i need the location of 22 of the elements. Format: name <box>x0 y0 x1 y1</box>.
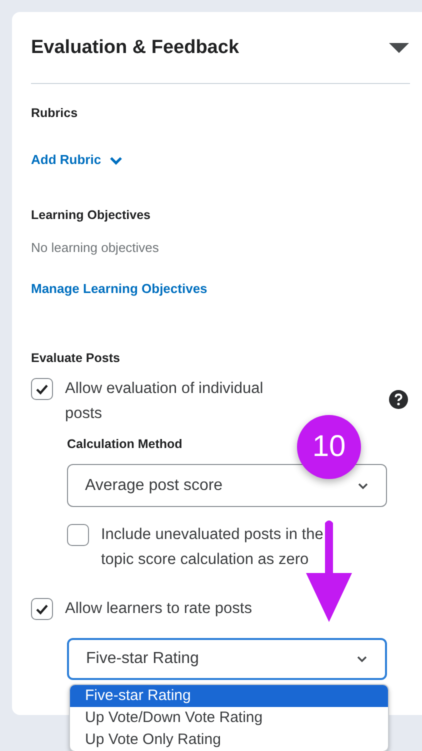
dropdown-option[interactable]: Up Vote Only Rating <box>70 729 388 751</box>
chevron-down-icon <box>109 156 124 164</box>
checkbox[interactable] <box>67 524 89 546</box>
add-rubric-link[interactable]: Add Rubric <box>31 152 124 168</box>
chevron-down-icon <box>356 655 368 663</box>
section-title: Evaluation & Feedback <box>31 37 240 59</box>
checkbox[interactable] <box>31 598 53 620</box>
checkbox-label: Allow learners to rate posts <box>65 599 252 619</box>
chevron-down-icon <box>357 482 369 490</box>
checkbox-label: Include unevaluated posts in the topic score calculation as zero <box>101 525 324 570</box>
dropdown-option[interactable]: Up Vote/Down Vote Rating <box>70 707 388 729</box>
checkbox-label: Allow evaluation of individual posts <box>65 379 264 424</box>
section-heading: Evaluate Posts <box>31 350 121 366</box>
manage-objectives-link[interactable]: Manage Learning Objectives <box>31 281 208 297</box>
help-icon[interactable] <box>389 390 408 409</box>
field-label: Calculation Method <box>67 436 182 452</box>
collapse-caret-icon[interactable] <box>389 43 409 53</box>
section-heading: Learning Objectives <box>31 207 152 223</box>
section-heading: Rubrics <box>31 105 79 121</box>
dropdown-option[interactable]: Five-star Rating <box>70 685 388 707</box>
checkbox[interactable] <box>31 378 53 400</box>
empty-text: No learning objectives <box>31 240 160 256</box>
